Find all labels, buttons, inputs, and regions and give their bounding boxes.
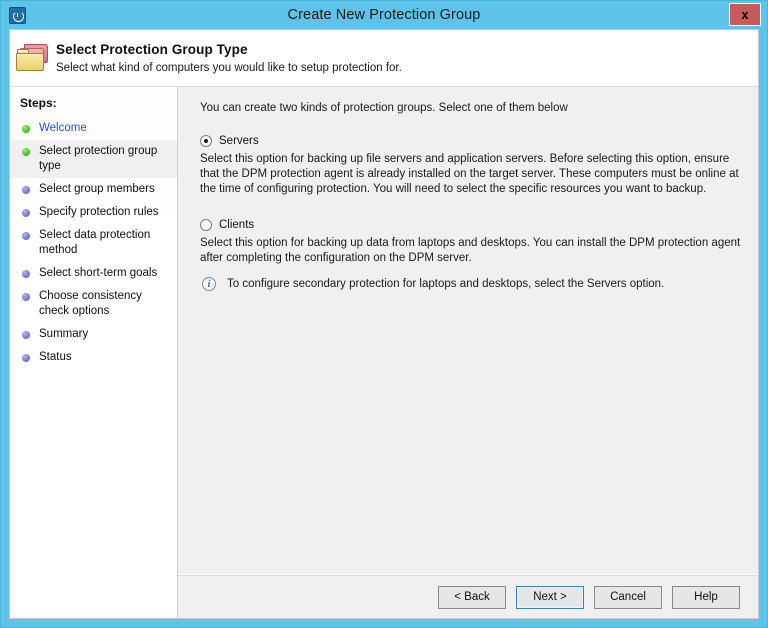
intro-text: You can create two kinds of protection g… [200,101,742,116]
option-servers: Servers Select this option for backing u… [200,135,742,197]
content-panel: You can create two kinds of protection g… [178,87,758,575]
radio-clients[interactable]: Clients [200,219,742,231]
step-bullet-icon [22,148,30,156]
option-clients-description: Select this option for backing up data f… [200,236,742,266]
sidebar-item-select-short-term-goals[interactable]: Select short-term goals [10,262,177,285]
option-servers-description: Select this option for backing up file s… [200,152,742,197]
page-subtitle: Select what kind of computers you would … [56,61,758,76]
sidebar-item-label: Select group members [39,182,171,197]
info-note: i To configure secondary protection for … [200,277,742,292]
info-note-text: To configure secondary protection for la… [227,277,664,292]
step-bullet-icon [22,209,30,217]
dialog-body: Select Protection Group Type Select what… [9,29,759,619]
page-title: Select Protection Group Type [56,41,758,58]
sidebar-item-label: Choose consistency check options [39,289,171,319]
help-button[interactable]: Help [672,586,740,609]
step-bullet-icon [22,293,30,301]
dialog-main: Steps: Welcome Select protection group t… [10,87,758,618]
sidebar-item-label: Select protection group type [39,144,171,174]
option-clients: Clients Select this option for backing u… [200,219,742,292]
button-bar: < Back Next > Cancel Help [178,575,758,618]
sidebar-item-label: Specify protection rules [39,205,171,220]
step-bullet-icon [22,354,30,362]
window-title: Create New Protection Group [1,7,767,23]
cancel-button[interactable]: Cancel [594,586,662,609]
sidebar-item-label: Select data protection method [39,228,171,258]
dialog-header: Select Protection Group Type Select what… [10,30,758,87]
content-column: You can create two kinds of protection g… [178,87,758,618]
sidebar-item-welcome[interactable]: Welcome [10,117,177,140]
radio-servers-label: Servers [219,135,259,147]
sidebar-item-choose-consistency-check-options[interactable]: Choose consistency check options [10,285,177,323]
radio-servers-indicator[interactable] [200,135,212,147]
sidebar-item-label: Status [39,350,171,365]
sidebar-item-status[interactable]: Status [10,346,177,369]
steps-heading: Steps: [10,93,177,117]
title-bar: Create New Protection Group x [1,1,767,29]
sidebar-item-label: Summary [39,327,171,342]
sidebar-item-select-protection-group-type[interactable]: Select protection group type [10,140,177,178]
close-icon[interactable]: x [729,3,761,26]
folder-stack-icon [16,44,50,73]
create-protection-group-dialog: Create New Protection Group x Select Pro… [0,0,768,628]
step-bullet-icon [22,125,30,133]
radio-servers[interactable]: Servers [200,135,742,147]
sidebar-item-select-data-protection-method[interactable]: Select data protection method [10,224,177,262]
dpm-recovery-clock-icon [9,7,26,24]
folder-front [16,53,44,71]
radio-clients-indicator[interactable] [200,219,212,231]
step-bullet-icon [22,270,30,278]
step-bullet-icon [22,331,30,339]
sidebar-item-select-group-members[interactable]: Select group members [10,178,177,201]
info-icon: i [202,277,216,291]
next-button[interactable]: Next > [516,586,584,609]
radio-clients-label: Clients [219,219,254,231]
sidebar-item-label: Welcome [39,121,171,136]
sidebar-item-label: Select short-term goals [39,266,171,281]
sidebar-item-specify-protection-rules[interactable]: Specify protection rules [10,201,177,224]
sidebar-item-summary[interactable]: Summary [10,323,177,346]
steps-sidebar: Steps: Welcome Select protection group t… [10,87,178,618]
back-button[interactable]: < Back [438,586,506,609]
header-text-block: Select Protection Group Type Select what… [56,40,758,76]
step-bullet-icon [22,186,30,194]
step-bullet-icon [22,232,30,240]
header-icon-slot [10,40,56,73]
